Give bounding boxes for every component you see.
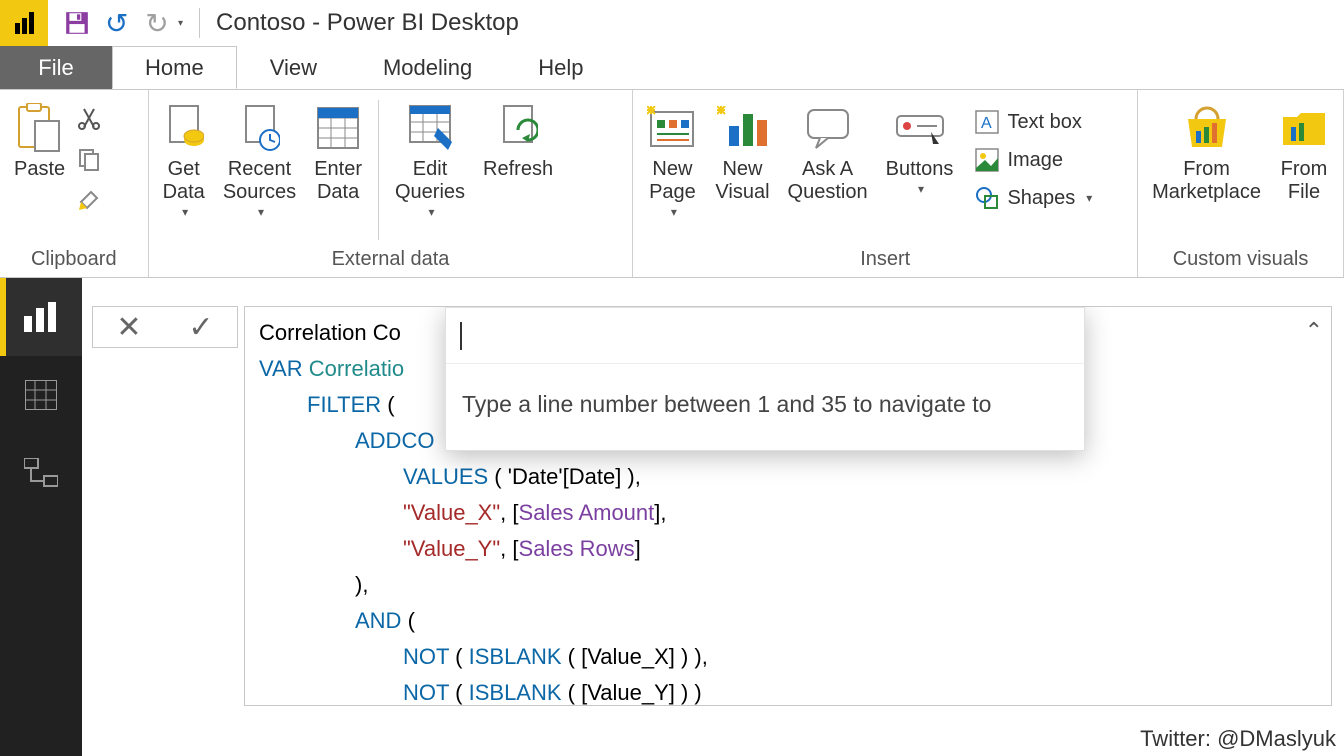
content-area: ✕ ✓ ⌃ Correlation Co VAR Correlatio FILT…: [82, 300, 1344, 756]
textbox-label: Text box: [1007, 111, 1081, 134]
redo-icon: ↻: [145, 7, 168, 40]
tab-modeling[interactable]: Modeling: [350, 46, 505, 89]
ribbon: Paste Clipboard Get Data▾ Recent Sources…: [0, 90, 1344, 278]
new-page-label: New Page: [649, 158, 696, 204]
recent-sources-button[interactable]: Recent Sources▾: [217, 100, 302, 220]
ask-icon: [804, 100, 852, 156]
edit-queries-button[interactable]: Edit Queries▾: [389, 100, 471, 220]
new-visual-label: New Visual: [715, 158, 769, 204]
tab-view[interactable]: View: [237, 46, 350, 89]
group-label-insert: Insert: [641, 244, 1129, 273]
save-icon: [64, 10, 90, 36]
new-page-button[interactable]: New Page▾: [641, 100, 703, 220]
refresh-icon: [498, 100, 538, 156]
recent-label: Recent Sources: [223, 158, 296, 204]
model-view-icon: [24, 458, 58, 488]
svg-text:A: A: [981, 115, 992, 132]
app-logo: [0, 0, 48, 46]
goto-line-input[interactable]: [446, 308, 1084, 364]
edit-queries-label: Edit Queries: [395, 158, 465, 204]
group-label-external: External data: [157, 244, 625, 273]
group-label-custom: Custom visuals: [1146, 244, 1335, 273]
report-view-button[interactable]: [0, 278, 82, 356]
recent-icon: [240, 100, 280, 156]
from-file-label: From File: [1281, 158, 1328, 204]
enter-data-icon: [316, 100, 360, 156]
shapes-label: Shapes: [1007, 187, 1075, 210]
copy-icon[interactable]: [77, 147, 101, 176]
new-page-icon: [647, 100, 697, 156]
buttons-icon: [895, 100, 945, 156]
get-data-label: Get Data: [163, 158, 205, 204]
shapes-button[interactable]: Shapes▾: [965, 180, 1102, 216]
formula-commit-button[interactable]: ✓: [165, 310, 237, 345]
data-view-button[interactable]: [0, 356, 82, 434]
refresh-button[interactable]: Refresh: [477, 100, 559, 181]
model-view-button[interactable]: [0, 434, 82, 512]
from-file-icon: [1279, 100, 1329, 156]
cut-icon[interactable]: [77, 106, 101, 135]
text-cursor: [460, 322, 462, 350]
image-icon: [975, 148, 999, 172]
view-rail: [0, 278, 82, 756]
refresh-label: Refresh: [483, 158, 553, 181]
tab-help[interactable]: Help: [505, 46, 616, 89]
textbox-button[interactable]: A Text box: [965, 104, 1102, 140]
goto-line-help: Type a line number between 1 and 35 to n…: [446, 364, 1084, 450]
undo-button[interactable]: ↻: [100, 6, 134, 40]
goto-line-popup: Type a line number between 1 and 35 to n…: [445, 307, 1085, 451]
marketplace-icon: [1182, 100, 1232, 156]
ribbon-tabs: File Home View Modeling Help: [0, 46, 1344, 90]
image-button[interactable]: Image: [965, 142, 1102, 178]
paste-button[interactable]: Paste: [8, 100, 71, 181]
divider: [199, 8, 200, 38]
formula-controls: ✕ ✓: [92, 306, 238, 348]
edit-queries-icon: [408, 100, 452, 156]
formula-cancel-button[interactable]: ✕: [93, 310, 165, 345]
marketplace-label: From Marketplace: [1152, 158, 1261, 204]
textbox-icon: A: [975, 110, 999, 134]
titlebar: ↻ ↻ ▾ Contoso - Power BI Desktop: [0, 0, 1344, 46]
tab-home[interactable]: Home: [112, 46, 237, 89]
undo-icon: ↻: [105, 7, 128, 40]
ask-label: Ask A Question: [788, 158, 868, 204]
format-painter-icon[interactable]: [77, 188, 101, 217]
enter-data-button[interactable]: Enter Data: [308, 100, 368, 204]
new-visual-icon: [717, 100, 767, 156]
get-data-icon: [164, 100, 204, 156]
file-tab[interactable]: File: [0, 46, 112, 89]
shapes-icon: [975, 186, 999, 210]
qat-dropdown[interactable]: ▾: [178, 18, 183, 29]
footer-credit: Twitter: @DMaslyuk: [1140, 726, 1336, 752]
save-button[interactable]: [60, 6, 94, 40]
image-label: Image: [1007, 149, 1063, 172]
expand-editor-button[interactable]: ⌃: [1305, 313, 1323, 349]
buttons-label: Buttons: [886, 158, 954, 181]
from-marketplace-button[interactable]: From Marketplace: [1146, 100, 1267, 204]
from-file-button[interactable]: From File: [1273, 100, 1335, 204]
buttons-button[interactable]: Buttons▾: [880, 100, 960, 197]
paste-label: Paste: [14, 158, 65, 181]
redo-button[interactable]: ↻: [140, 6, 174, 40]
enter-data-label: Enter Data: [314, 158, 362, 204]
group-label-clipboard: Clipboard: [8, 244, 140, 273]
report-view-icon: [24, 302, 58, 332]
window-title: Contoso - Power BI Desktop: [216, 9, 519, 37]
get-data-button[interactable]: Get Data▾: [157, 100, 211, 220]
data-view-icon: [25, 380, 57, 410]
new-visual-button[interactable]: New Visual: [709, 100, 775, 204]
ask-question-button[interactable]: Ask A Question: [782, 100, 874, 204]
dax-editor[interactable]: ⌃ Correlation Co VAR Correlatio FILTER (…: [244, 306, 1332, 706]
paste-icon: [17, 100, 63, 156]
